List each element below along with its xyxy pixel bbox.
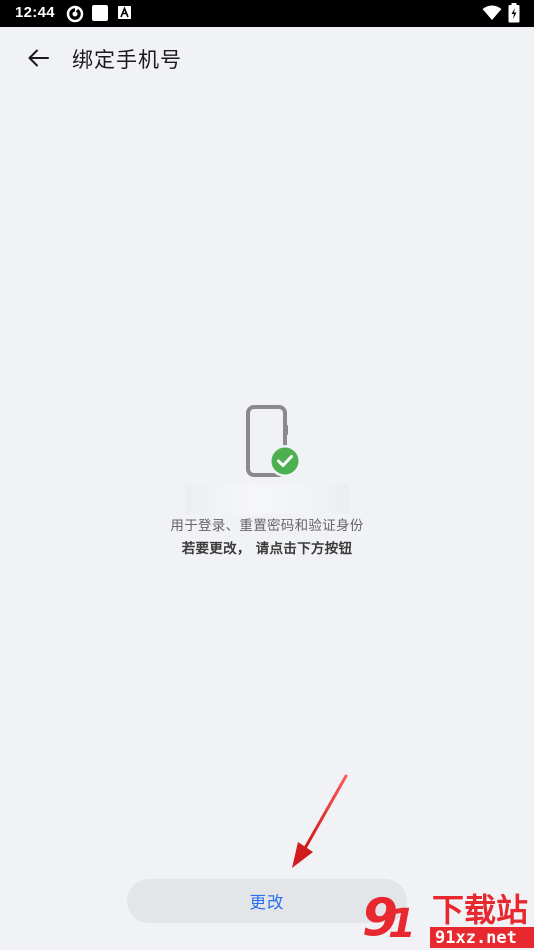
status-time: 12:44 xyxy=(15,4,55,21)
wifi-icon xyxy=(482,5,502,20)
app-a-icon xyxy=(118,6,131,19)
change-hint: 若要更改， 请点击下方按钮 xyxy=(181,541,353,557)
usage-hint: 用于登录、重置密码和验证身份 xyxy=(170,518,364,534)
notification-square-icon xyxy=(92,5,108,21)
watermark-logo: 9 1 下载站 91xz.net xyxy=(362,888,534,948)
sync-icon xyxy=(66,5,84,23)
svg-text:1: 1 xyxy=(388,901,416,947)
watermark-domain: 91xz.net xyxy=(435,928,517,948)
page-title: 绑定手机号 xyxy=(72,48,182,72)
watermark-brand: 下载站 xyxy=(432,891,528,929)
red-arrow-annotation-icon xyxy=(292,774,348,868)
app-bar: 绑定手机号 xyxy=(0,27,534,89)
arrow-left-icon xyxy=(28,49,49,67)
phone-verified-icon xyxy=(246,405,301,477)
masked-phone-number xyxy=(186,484,349,514)
status-bar: 12:44 xyxy=(0,0,534,27)
back-button[interactable] xyxy=(22,41,56,75)
battery-charging-icon xyxy=(508,3,520,23)
